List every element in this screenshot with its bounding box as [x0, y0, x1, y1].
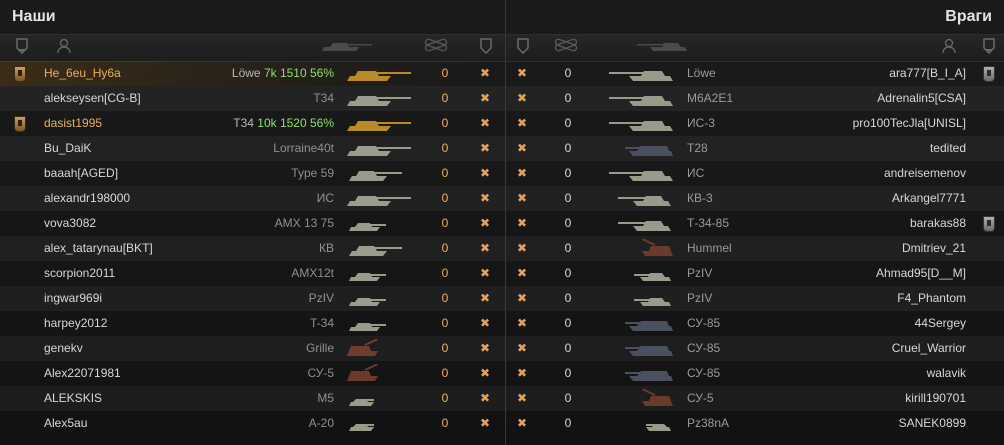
enemy-alive-shield-icon [517, 38, 529, 54]
enemy-frags: 0 [564, 366, 572, 380]
enemy-destroyed-x-icon: ✖ [517, 141, 528, 155]
enemy-destroyed-x-icon: ✖ [517, 391, 528, 405]
enemy-row[interactable]: ✖ 0 Pz38nA SANEK0899 [0, 411, 1004, 436]
enemy-player-name: Dmitriev_21 [901, 241, 966, 255]
enemy-tank-name: Löwe [687, 66, 716, 80]
enemy-player-name: barakas88 [909, 216, 966, 230]
enemy-destroyed-x-icon: ✖ [517, 366, 528, 380]
enemy-player-name: Adrenalin5[CSA] [877, 91, 966, 105]
enemy-row[interactable]: ✖ 0 PzIV F4_Phantom [0, 286, 1004, 311]
column-header-bar [0, 34, 1004, 62]
enemy-row[interactable]: ✖ 0 СУ-85 44Sergey [0, 311, 1004, 336]
enemy-frags: 0 [564, 241, 572, 255]
battle-roster-panel: Наши Враги He_6eu_Hy6a Löwe 7k 1510 56% 0 ✖… [0, 0, 1004, 445]
enemy-tank-name: СУ-85 [687, 366, 721, 380]
enemy-destroyed-x-icon: ✖ [517, 216, 528, 230]
enemy-frags: 0 [564, 416, 572, 430]
enemy-rank-badge-icon [983, 216, 995, 232]
enemy-row[interactable]: ✖ 0 Т-34-85 barakas88 [0, 211, 1004, 236]
enemy-frags: 0 [564, 191, 572, 205]
enemy-player-name: pro100TecJla[UNISL] [852, 116, 966, 130]
enemy-frags: 0 [564, 166, 572, 180]
enemy-shield-rank-icon [983, 38, 995, 54]
ally-team-title: Наши [12, 8, 56, 25]
enemy-destroyed-x-icon: ✖ [517, 91, 528, 105]
enemy-row[interactable]: ✖ 0 СУ-85 walavik [0, 361, 1004, 386]
player-silhouette-icon [57, 38, 71, 54]
enemy-player-name: Ahmad95[D__M] [875, 266, 966, 280]
enemy-row[interactable]: ✖ 0 СУ-85 Cruel_Warrior [0, 336, 1004, 361]
alive-shield-icon [480, 38, 492, 54]
enemy-tank-name: Pz38nA [687, 416, 730, 430]
enemy-frags: 0 [564, 266, 572, 280]
enemy-player-name: ara777[B_I_A] [889, 66, 966, 80]
enemy-tank-name: T28 [687, 141, 708, 155]
enemy-frags: 0 [564, 91, 572, 105]
enemy-frags: 0 [564, 66, 572, 80]
enemy-row[interactable]: ✖ 0 КВ-3 Arkangel7771 [0, 186, 1004, 211]
tank-silhouette-icon [322, 43, 372, 51]
enemy-tank-name: M6A2E1 [687, 91, 734, 105]
enemy-frags: 0 [564, 291, 572, 305]
enemy-tank-name: ИС-3 [687, 116, 715, 130]
enemy-player-name: 44Sergey [914, 316, 966, 330]
enemy-tank-name: PzIV [687, 291, 713, 305]
enemy-destroyed-x-icon: ✖ [517, 341, 528, 355]
shield-rank-icon [16, 38, 28, 54]
enemy-frags: 0 [564, 316, 572, 330]
enemy-row[interactable]: ✖ 0 Hummel Dmitriev_21 [0, 236, 1004, 261]
team-divider [505, 0, 506, 445]
enemy-row[interactable]: ✖ 0 ИС andreisemenov [0, 161, 1004, 186]
enemy-destroyed-x-icon: ✖ [517, 116, 528, 130]
enemy-frags: 0 [564, 141, 572, 155]
enemy-player-name: tedited [929, 141, 966, 155]
enemy-tank-name: Т-34-85 [687, 216, 730, 230]
enemy-tank-name: СУ-85 [687, 341, 721, 355]
enemy-player-name: F4_Phantom [897, 291, 966, 305]
enemy-rank-badge-icon [983, 66, 995, 82]
enemy-destroyed-x-icon: ✖ [517, 416, 528, 430]
enemy-tank-silhouette-icon [637, 43, 687, 51]
enemy-destroyed-x-icon: ✖ [517, 191, 528, 205]
enemy-player-name: kirill190701 [905, 391, 966, 405]
enemy-player-name: Cruel_Warrior [891, 341, 966, 355]
enemy-player-name: walavik [926, 366, 966, 380]
enemy-tank-name: Hummel [687, 241, 732, 255]
enemy-destroyed-x-icon: ✖ [517, 166, 528, 180]
enemy-row[interactable]: ✖ 0 Löwe ara777[B_I_A] [0, 61, 1004, 86]
enemy-destroyed-x-icon: ✖ [517, 291, 528, 305]
enemy-player-name: Arkangel7771 [891, 191, 966, 205]
enemy-frags: 0 [564, 391, 572, 405]
enemy-tank-name: КВ-3 [687, 191, 713, 205]
enemy-row[interactable]: ✖ 0 PzIV Ahmad95[D__M] [0, 261, 1004, 286]
enemy-row[interactable]: ✖ 0 СУ-5 kirill190701 [0, 386, 1004, 411]
enemy-frags: 0 [564, 216, 572, 230]
enemy-row[interactable]: ✖ 0 ИС-3 pro100TecJla[UNISL] [0, 111, 1004, 136]
enemy-player-name: andreisemenov [883, 166, 966, 180]
enemy-tank-icon [605, 414, 675, 439]
enemy-frags: 0 [564, 341, 572, 355]
enemy-destroyed-x-icon: ✖ [517, 316, 528, 330]
enemy-tank-name: СУ-5 [687, 391, 714, 405]
enemy-player-name: SANEK0899 [898, 416, 966, 430]
enemy-destroyed-x-icon: ✖ [517, 241, 528, 255]
enemy-tank-name: PzIV [687, 266, 713, 280]
enemy-destroyed-x-icon: ✖ [517, 66, 528, 80]
enemy-player-silhouette-icon [942, 38, 956, 54]
crossed-tracks-icon [424, 38, 448, 52]
enemy-row[interactable]: ✖ 0 T28 tedited [0, 136, 1004, 161]
enemy-tank-name: СУ-85 [687, 316, 721, 330]
enemy-crossed-tracks-icon [554, 38, 578, 52]
enemy-team-title: Враги [945, 8, 992, 25]
enemy-frags: 0 [564, 116, 572, 130]
enemy-destroyed-x-icon: ✖ [517, 266, 528, 280]
enemy-tank-name: ИС [687, 166, 705, 180]
enemy-row[interactable]: ✖ 0 M6A2E1 Adrenalin5[CSA] [0, 86, 1004, 111]
